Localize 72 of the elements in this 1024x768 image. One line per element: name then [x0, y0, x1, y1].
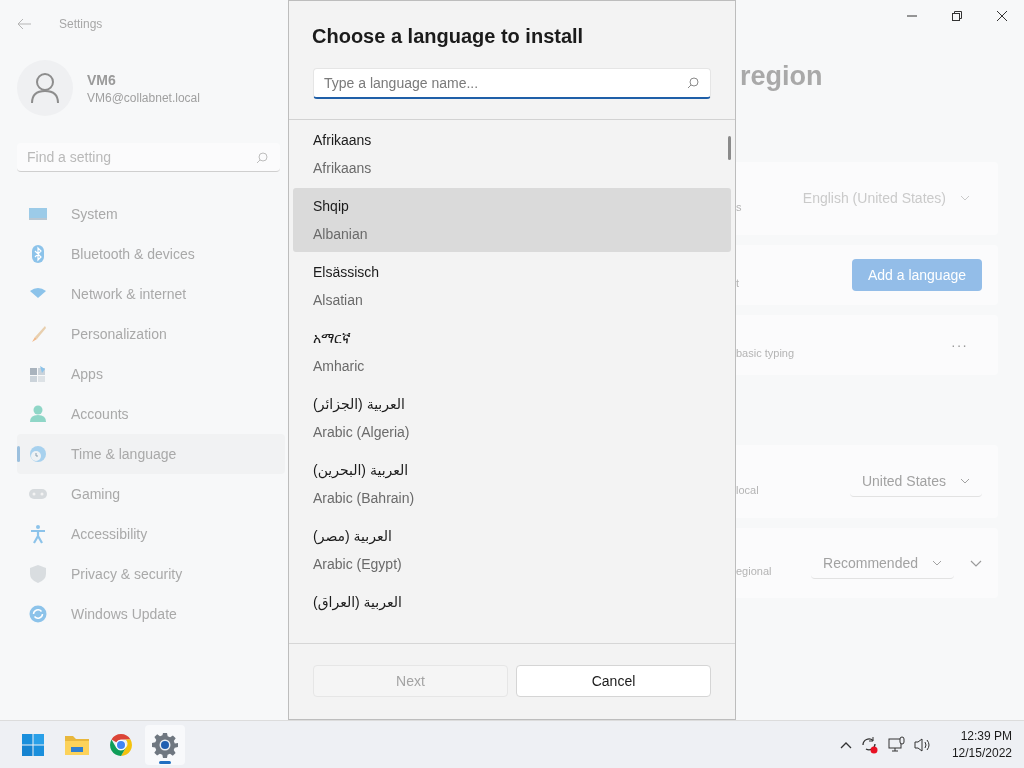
card-description: s [736, 200, 742, 213]
nav-item[interactable]: Network & internet [17, 274, 285, 314]
running-indicator [159, 760, 171, 764]
nav-icon [28, 444, 48, 464]
language-item[interactable]: Shqip Albanian [293, 188, 731, 252]
language-item[interactable]: Afrikaans Afrikaans [293, 122, 731, 186]
nav-item[interactable]: Personalization [17, 314, 285, 354]
chevron-icon[interactable] [970, 559, 982, 567]
search-icon [687, 77, 699, 89]
nav-item[interactable]: Bluetooth & devices [17, 234, 285, 274]
nav-item[interactable]: Privacy & security [17, 554, 285, 594]
language-native-name: العربية (العراق) [313, 593, 402, 612]
language-item[interactable]: العربية (العراق) [293, 584, 731, 643]
card-description: local [736, 483, 759, 496]
more-button[interactable]: ··· [951, 337, 968, 353]
account-email: VM6@collabnet.local [87, 90, 200, 105]
nav-icon [28, 364, 48, 384]
language-english-name: Arabic (Algeria) [313, 423, 410, 442]
nav-item[interactable]: System [17, 194, 285, 234]
card-description: basic typing [736, 347, 795, 359]
nav-item[interactable]: Accessibility [17, 514, 285, 554]
language-native-name: አማርኛ [313, 329, 351, 348]
scrollbar-thumb[interactable] [728, 136, 731, 160]
dialog-title: Choose a language to install [312, 24, 585, 49]
nav-item[interactable]: Accounts [17, 394, 285, 434]
language-native-name: Afrikaans [313, 131, 372, 150]
nav-icon [28, 564, 48, 584]
nav-icon [28, 404, 48, 424]
add-language-button[interactable]: Add a language [851, 259, 982, 291]
folder-icon[interactable] [64, 733, 90, 756]
language-native-name: Shqip [313, 197, 349, 216]
language-search-field[interactable]: Type a language name... [313, 68, 711, 99]
volume-icon[interactable] [913, 736, 932, 753]
close-icon[interactable] [996, 11, 1007, 21]
search-field[interactable]: Find a setting [17, 143, 280, 172]
language-english-name: Alsatian [313, 291, 363, 310]
card-description: egional [736, 565, 772, 577]
gear-icon[interactable] [152, 731, 178, 758]
chevron-icon [960, 478, 970, 484]
clock-time: 12:39 PM [960, 727, 1012, 745]
nav-item[interactable]: Apps [17, 354, 285, 394]
chevron-icon [932, 559, 942, 566]
page-title: region [739, 60, 824, 93]
nav-item[interactable]: Windows Update [17, 594, 285, 634]
nav-item[interactable]: Time & language [17, 434, 285, 474]
chevron-up-icon[interactable] [839, 740, 852, 749]
sync-icon[interactable] [859, 735, 880, 754]
nav-icon [28, 604, 48, 624]
language-english-name: Arabic (Egypt) [313, 555, 402, 574]
card-description: t [736, 277, 740, 289]
language-english-name: Amharic [313, 357, 365, 376]
language-native-name: العربية (مصر) [313, 527, 392, 546]
language-english-name: Arabic (Bahrain) [313, 489, 415, 508]
browser-icon[interactable] [109, 732, 133, 757]
language-native-name: Elsässisch [313, 263, 380, 282]
language-native-name: العربية (الجزائر) [313, 395, 405, 414]
chevron-icon [960, 195, 970, 201]
account-name: VM6 [87, 71, 117, 88]
window-title: Settings [59, 17, 103, 31]
network-icon[interactable] [887, 735, 906, 754]
dialog-button[interactable]: Cancel [516, 665, 711, 697]
language-native-name: العربية (البحرين) [313, 461, 409, 480]
nav-item[interactable]: Gaming [17, 474, 285, 514]
restore-icon[interactable] [951, 11, 962, 21]
language-item[interactable]: Elsässisch Alsatian [293, 254, 731, 318]
clock-date: 12/15/2022 [951, 744, 1012, 762]
language-item[interactable]: አማርኛ Amharic [293, 320, 731, 384]
language-english-name: Afrikaans [313, 159, 372, 178]
windows-logo-icon[interactable] [21, 732, 45, 757]
language-english-name: Albanian [313, 225, 368, 244]
nav-icon [28, 524, 48, 544]
search-icon [256, 152, 268, 164]
